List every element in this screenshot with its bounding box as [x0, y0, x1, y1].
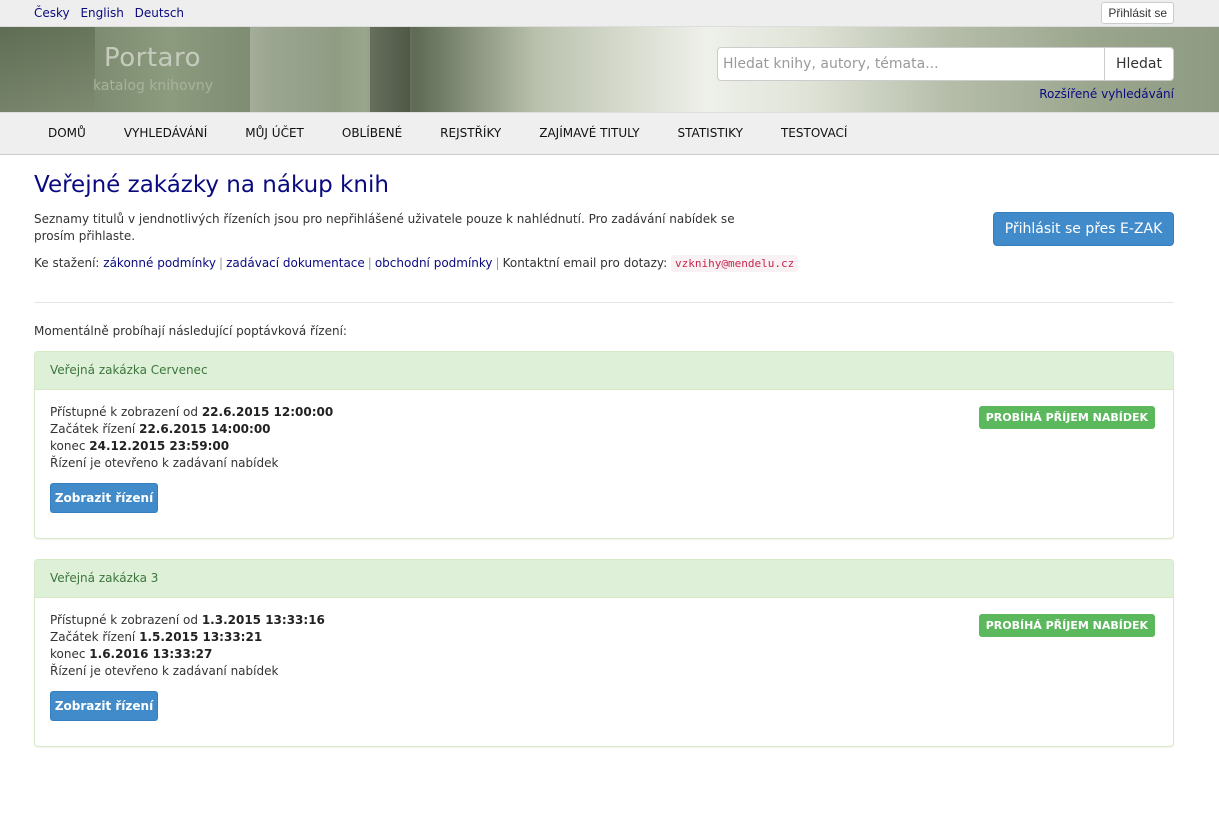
visible-from-date: 1.3.2015 13:33:16 — [201, 613, 325, 627]
language-link-en[interactable]: English — [80, 6, 123, 20]
login-button[interactable]: Přihlásit se — [1101, 2, 1174, 24]
nav-item-interesting-titles[interactable]: ZAJÍMAVÉ TITULY — [520, 113, 658, 155]
start-date: 22.6.2015 14:00:00 — [139, 422, 271, 436]
banner-decoration — [370, 27, 410, 112]
separator: | — [219, 256, 224, 270]
start-label: Začátek řízení — [50, 422, 136, 436]
nav-item-statistics[interactable]: STATISTIKY — [659, 113, 762, 155]
tender-panel: Veřejná zakázka Cervenec Přístupné k zob… — [34, 351, 1174, 539]
page-title: Veřejné zakázky na nákup knih — [34, 172, 389, 198]
tender-title: Veřejná zakázka Cervenec — [35, 352, 1173, 390]
divider — [34, 302, 1174, 303]
tender-details: Přístupné k zobrazení od 22.6.2015 12:00… — [50, 404, 333, 472]
download-business-conditions-link[interactable]: obchodní podmínky — [375, 256, 493, 270]
status-badge: PROBÍHÁ PŘÍJEM NABÍDEK — [978, 614, 1155, 637]
show-tender-button[interactable]: Zobrazit řízení — [50, 691, 158, 721]
contact-email: vzknihy@mendelu.cz — [671, 255, 799, 272]
start-date: 1.5.2015 13:33:21 — [139, 630, 263, 644]
end-label: konec — [50, 439, 86, 453]
logo-title[interactable]: Portaro — [104, 43, 201, 73]
tender-title: Veřejná zakázka 3 — [35, 560, 1173, 598]
ezak-login-button[interactable]: Přihlásit se přes E-ZAK — [993, 212, 1174, 246]
tender-note: Řízení je otevřeno k zadávaní nabídek — [50, 456, 279, 470]
running-tenders-label: Momentálně probíhají následující poptávk… — [34, 324, 347, 338]
language-switcher: Česky English Deutsch — [34, 6, 191, 20]
download-tender-docs-link[interactable]: zadávací dokumentace — [226, 256, 365, 270]
search-input[interactable] — [717, 47, 1105, 81]
end-date: 24.12.2015 23:59:00 — [89, 439, 230, 453]
downloads-label: Ke stažení: — [34, 256, 100, 270]
nav-item-search[interactable]: VYHLEDÁVÁNÍ — [105, 113, 226, 155]
language-bar: Česky English Deutsch Přihlásit se — [0, 0, 1219, 27]
language-link-cs[interactable]: Česky — [34, 6, 70, 20]
intro-text: Seznamy titulů v jendnotlivých řízeních … — [34, 212, 735, 243]
separator: | — [367, 256, 372, 270]
nav-item-favorites[interactable]: OBLÍBENÉ — [323, 113, 421, 155]
downloads-line: Ke stažení: zákonné podmínky | zadávací do… — [34, 255, 799, 272]
search-form: Hledat — [717, 47, 1174, 81]
search-button[interactable]: Hledat — [1104, 47, 1174, 81]
visible-from-date: 22.6.2015 12:00:00 — [201, 405, 334, 419]
status-badge: PROBÍHÁ PŘÍJEM NABÍDEK — [978, 406, 1155, 429]
download-legal-conditions-link[interactable]: zákonné podmínky — [103, 256, 216, 270]
separator: | — [495, 256, 500, 270]
main-nav: DOMŮ VYHLEDÁVÁNÍ MŮJ ÚČET OBLÍBENÉ REJST… — [0, 112, 1219, 155]
logo-subtitle: katalog knihovny — [93, 78, 214, 94]
show-tender-button[interactable]: Zobrazit řízení — [50, 483, 158, 513]
end-date: 1.6.2016 13:33:27 — [89, 647, 213, 661]
nav-item-registers[interactable]: REJSTŘÍKY — [421, 113, 520, 155]
tender-details: Přístupné k zobrazení od 1.3.2015 13:33:… — [50, 612, 325, 680]
nav-item-my-account[interactable]: MŮJ ÚČET — [226, 113, 323, 155]
start-label: Začátek řízení — [50, 630, 136, 644]
tender-note: Řízení je otevřeno k zadávaní nabídek — [50, 664, 279, 678]
nav-item-testing[interactable]: TESTOVACÍ — [762, 113, 866, 155]
visible-from-label: Přístupné k zobrazení od — [50, 613, 198, 627]
visible-from-label: Přístupné k zobrazení od — [50, 405, 198, 419]
contact-label: Kontaktní email pro dotazy: — [502, 256, 668, 270]
header-banner: Portaro katalog knihovny Hledat Rozšířen… — [0, 27, 1219, 112]
advanced-search-link[interactable]: Rozšířené vyhledávání — [1039, 87, 1174, 101]
nav-item-home[interactable]: DOMŮ — [29, 113, 105, 155]
banner-decoration — [0, 27, 95, 112]
tender-panel: Veřejná zakázka 3 Přístupné k zobrazení … — [34, 559, 1174, 747]
end-label: konec — [50, 647, 86, 661]
language-link-de[interactable]: Deutsch — [135, 6, 184, 20]
banner-decoration — [250, 27, 340, 112]
